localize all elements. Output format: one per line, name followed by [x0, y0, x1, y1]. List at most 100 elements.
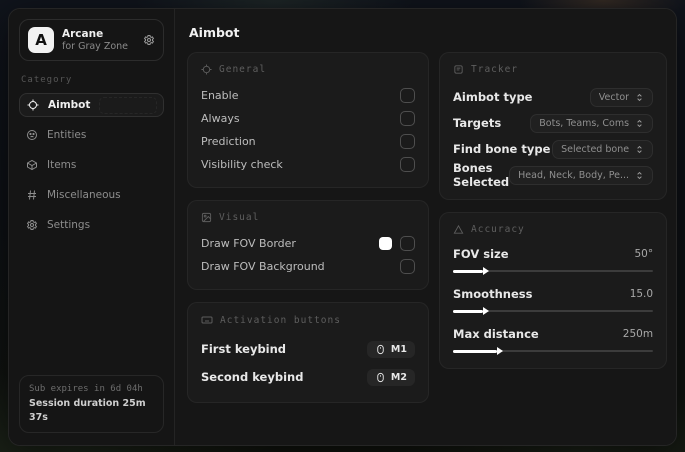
- enable-checkbox[interactable]: [400, 88, 415, 103]
- caret-sort-icon: [635, 93, 644, 102]
- card-header-label: Tracker: [471, 64, 519, 75]
- slider-thumb[interactable]: [497, 347, 504, 355]
- tracker-card: Tracker Aimbot type Vector Targets Bots,…: [439, 52, 668, 200]
- targets-dropdown[interactable]: Bots, Teams, Coms: [530, 113, 654, 133]
- subscription-info-card: Sub expires in 6d 04h Session duration 2…: [19, 375, 164, 433]
- card-header-label: General: [219, 64, 267, 75]
- prediction-checkbox[interactable]: [400, 134, 415, 149]
- sidebar-item-label: Items: [47, 159, 77, 171]
- setting-label: Find bone type: [453, 142, 551, 156]
- setting-label: First keybind: [201, 342, 287, 356]
- slider-value: 50°: [634, 248, 654, 260]
- setting-row: Aimbot type Vector: [453, 84, 654, 110]
- setting-label: Bones Selected: [453, 161, 510, 189]
- setting-label: Draw FOV Background: [201, 260, 325, 273]
- sub-expires-text: Sub expires in 6d 04h: [29, 384, 143, 394]
- setting-row: First keybind M1: [201, 335, 415, 363]
- app-logo: A: [28, 27, 54, 53]
- slider-thumb[interactable]: [483, 267, 489, 275]
- sidebar-item-label: Miscellaneous: [47, 189, 121, 201]
- draw-fov-border-checkbox[interactable]: [400, 236, 415, 251]
- slider-row: Smoothness 15.0: [453, 284, 654, 315]
- second-keybind-button[interactable]: M2: [366, 368, 415, 386]
- image-icon: [201, 212, 212, 223]
- setting-row: Always: [201, 107, 415, 130]
- setting-row: Targets Bots, Teams, Coms: [453, 110, 654, 136]
- card-header-label: Visual: [219, 212, 260, 223]
- dropdown-value: Selected bone: [561, 143, 630, 155]
- general-card: General Enable Always Prediction Visibil…: [187, 52, 429, 188]
- setting-label: Prediction: [201, 135, 256, 148]
- aimbot-type-dropdown[interactable]: Vector: [589, 87, 654, 107]
- miscellaneous-icon: [26, 189, 38, 201]
- mouse-icon: [375, 372, 386, 383]
- activation-buttons-card: Activation buttons First keybind M1 Seco…: [187, 302, 429, 403]
- slider-value: 15.0: [629, 288, 654, 300]
- first-keybind-button[interactable]: M1: [366, 340, 415, 358]
- sidebar-item-settings[interactable]: Settings: [19, 213, 164, 237]
- setting-label: FOV size: [453, 247, 509, 261]
- bones-selected-dropdown[interactable]: Head, Neck, Body, Pe...: [509, 165, 654, 185]
- visual-card: Visual Draw FOV Border Draw FOV Backgrou…: [187, 200, 429, 290]
- setting-label: Always: [201, 112, 240, 125]
- fov-size-slider[interactable]: [453, 266, 654, 275]
- page-title: Aimbot: [189, 25, 240, 40]
- slider-value: 250m: [622, 328, 654, 340]
- sidebar-nav: Aimbot Entities Items Miscellaneous Sett…: [19, 93, 164, 237]
- setting-label: Visibility check: [201, 158, 283, 171]
- gear-icon: [26, 219, 38, 231]
- keyboard-icon: [201, 314, 213, 326]
- app-title: Arcane: [62, 27, 104, 40]
- triangle-icon: [453, 224, 464, 235]
- settings-gear-icon[interactable]: [143, 34, 155, 46]
- sidebar-item-aimbot[interactable]: Aimbot: [19, 93, 164, 117]
- setting-label: Second keybind: [201, 370, 304, 384]
- sidebar-item-items[interactable]: Items: [19, 153, 164, 177]
- caret-sort-icon: [635, 119, 644, 128]
- slider-thumb[interactable]: [483, 307, 489, 315]
- visibility-check-checkbox[interactable]: [400, 157, 415, 172]
- caret-sort-icon: [635, 171, 644, 180]
- sidebar-item-miscellaneous[interactable]: Miscellaneous: [19, 183, 164, 207]
- dropdown-value: Bots, Teams, Coms: [539, 117, 630, 129]
- card-header-label: Accuracy: [471, 224, 525, 235]
- keybind-value: M1: [390, 343, 407, 355]
- draw-fov-background-checkbox[interactable]: [400, 259, 415, 274]
- sidebar-item-label: Aimbot: [48, 99, 91, 111]
- setting-row: Prediction: [201, 130, 415, 153]
- mouse-icon: [375, 344, 386, 355]
- keybind-value: M2: [390, 371, 407, 383]
- setting-row: Find bone type Selected bone: [453, 136, 654, 162]
- slider-row: FOV size 50°: [453, 244, 654, 275]
- sidebar-item-entities[interactable]: Entities: [19, 123, 164, 147]
- category-label: Category: [21, 75, 73, 85]
- fov-border-color-swatch[interactable]: [379, 237, 392, 250]
- app-logo-card: A Arcane for Gray Zone: [19, 19, 164, 61]
- setting-label: Smoothness: [453, 287, 533, 301]
- always-checkbox[interactable]: [400, 111, 415, 126]
- find-bone-type-dropdown[interactable]: Selected bone: [552, 139, 654, 159]
- setting-row: Visibility check: [201, 153, 415, 176]
- setting-row: Draw FOV Background: [201, 255, 415, 278]
- sidebar-item-label: Settings: [47, 219, 91, 231]
- smoothness-slider[interactable]: [453, 306, 654, 315]
- card-header-label: Activation buttons: [220, 314, 341, 326]
- session-duration-text: Session duration 25m 37s: [29, 397, 146, 423]
- setting-label: Max distance: [453, 327, 539, 341]
- scan-icon: [453, 64, 464, 75]
- setting-label: Enable: [201, 89, 239, 102]
- setting-label: Draw FOV Border: [201, 237, 296, 250]
- sidebar: A Arcane for Gray Zone Category Aimbot E…: [9, 9, 175, 445]
- entities-icon: [26, 129, 38, 141]
- slider-row: Max distance 250m: [453, 324, 654, 355]
- arcane-window: A Arcane for Gray Zone Category Aimbot E…: [8, 8, 677, 446]
- setting-row: Second keybind M2: [201, 363, 415, 391]
- main-content: Aimbot General Enable Always Prediction …: [175, 9, 676, 445]
- crosshair-icon: [27, 99, 39, 111]
- max-distance-slider[interactable]: [453, 346, 654, 355]
- dropdown-value: Vector: [598, 91, 630, 103]
- crosshair-icon: [201, 64, 212, 75]
- accuracy-card: Accuracy FOV size 50° Smoothness 15.0 Ma…: [439, 212, 668, 369]
- dropdown-value: Head, Neck, Body, Pe...: [518, 169, 630, 181]
- watermark-ghost: [99, 97, 157, 114]
